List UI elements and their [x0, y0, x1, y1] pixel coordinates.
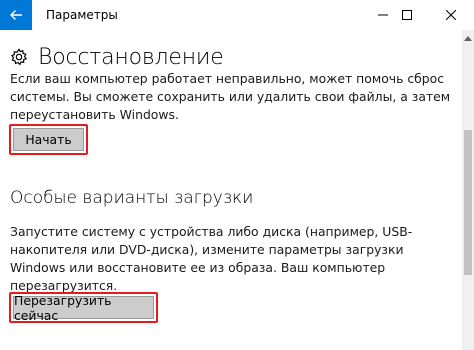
recovery-heading: Восстановление	[38, 44, 224, 70]
back-arrow-icon	[10, 10, 22, 20]
back-button[interactable]	[0, 0, 32, 30]
maximize-button[interactable]	[384, 0, 430, 30]
advanced-startup-description: Запустите систему с устройства либо диск…	[10, 224, 413, 293]
scrollbar-thumb[interactable]	[464, 130, 472, 275]
title-bar: Параметры	[0, 0, 474, 30]
chevron-up-icon	[464, 35, 472, 41]
vertical-scrollbar[interactable]	[462, 30, 474, 350]
close-button[interactable]	[428, 0, 474, 30]
advanced-startup-heading: Особые варианты загрузки	[10, 188, 254, 208]
recovery-header: Восстановление	[10, 42, 224, 72]
close-icon	[446, 10, 456, 20]
window-title: Параметры	[46, 8, 118, 22]
start-button[interactable]: Начать	[13, 128, 84, 151]
gear-icon	[10, 48, 28, 66]
recovery-description: Если ваш компьютер работает неправильно,…	[10, 71, 451, 122]
maximize-icon	[402, 10, 412, 20]
restart-now-button[interactable]: Перезагрузить сейчас	[13, 293, 154, 323]
settings-content: Восстановление Если ваш компьютер работа…	[0, 30, 462, 350]
scroll-up-button[interactable]	[462, 30, 474, 46]
